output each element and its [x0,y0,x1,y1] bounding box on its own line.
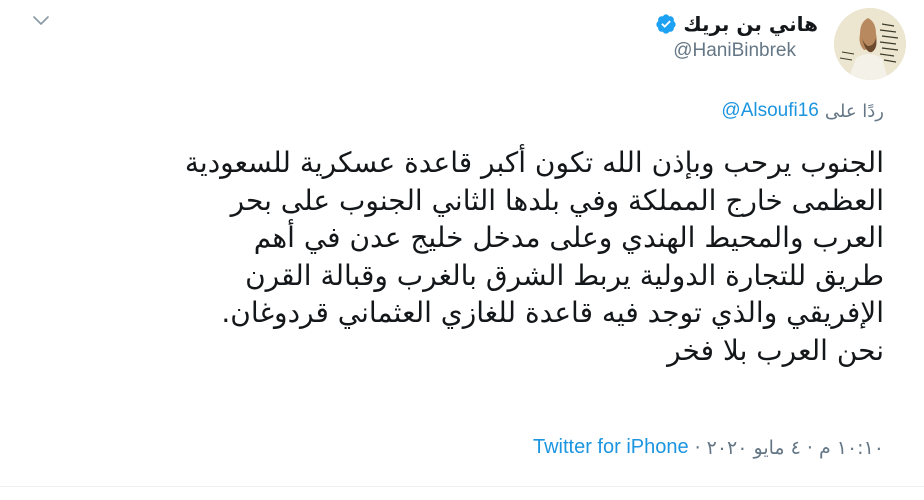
tweet-source-link[interactable]: Twitter for iPhone [533,436,689,459]
tweet-card: هاني بن بريك @HaniBinbrek ردًا على @Also… [0,0,924,500]
meta-separator: · [694,436,701,459]
replying-to: ردًا على @Alsoufi16 [721,100,884,122]
chevron-down-icon[interactable] [30,10,52,32]
author-handle[interactable]: @HaniBinbrek [673,40,796,62]
avatar-portrait-icon [834,8,906,80]
tweet-text: الجنوب يرحب وبإذن الله تكون أكبر قاعدة ع… [184,146,884,367]
divider [0,486,924,487]
tweet-timestamp[interactable]: ١٠:١٠ م · ٤ مايو ٢٠٢٠ [707,437,884,459]
author-display-name[interactable]: هاني بن بريك [683,12,818,36]
reply-prefix: ردًا على [824,100,884,122]
verified-badge-icon [655,13,677,35]
avatar[interactable] [834,8,906,80]
author-name-row[interactable]: هاني بن بريك [655,10,818,38]
tweet-meta: ١٠:١٠ م · ٤ مايو ٢٠٢٠ · Twitter for iPho… [533,436,884,459]
reply-to-link[interactable]: @Alsoufi16 [721,100,818,122]
